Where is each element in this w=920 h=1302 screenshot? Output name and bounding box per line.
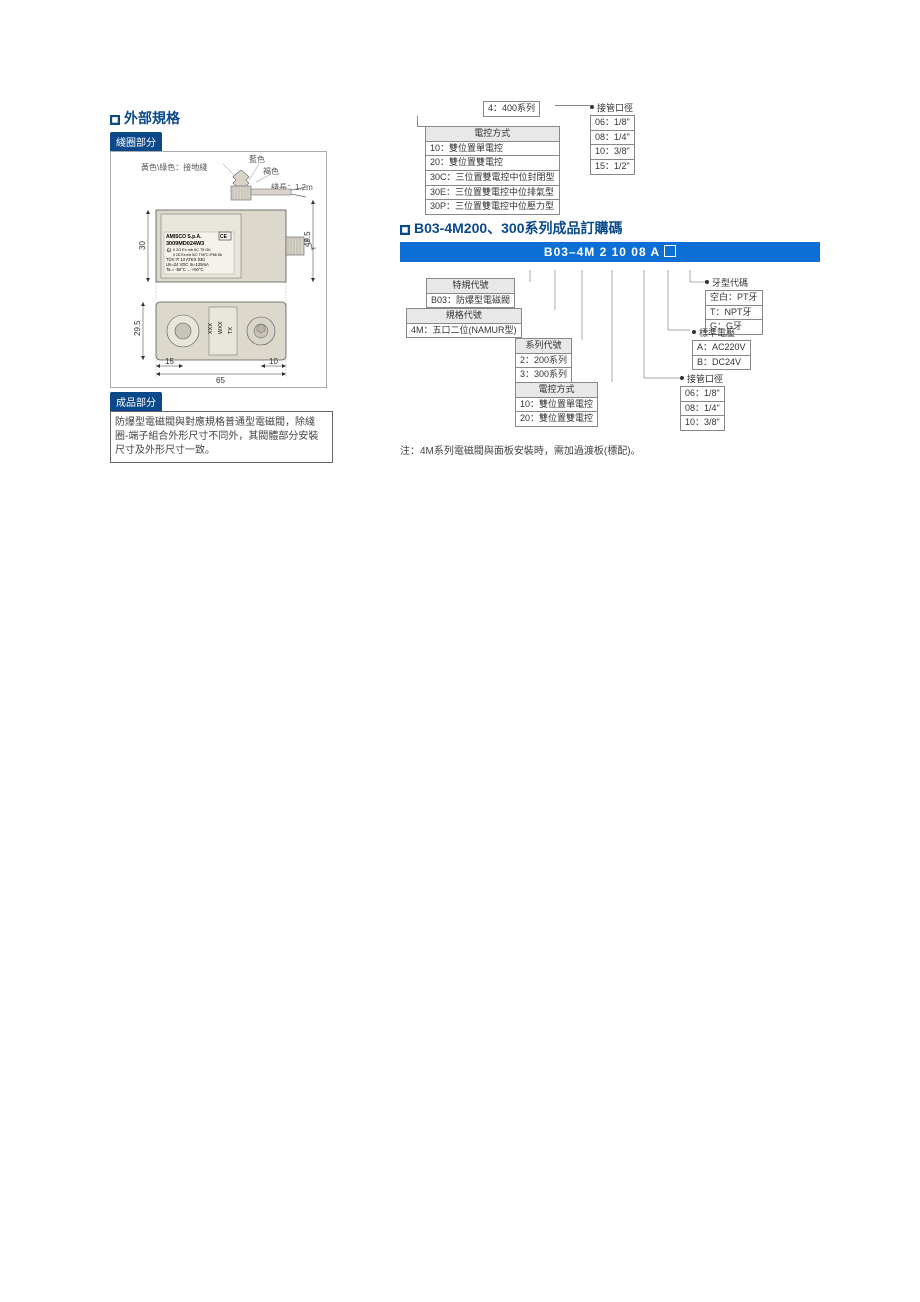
subheading-product: 成品部分 [110,392,162,411]
svg-text:CE: CE [220,234,228,240]
subheading-coil: 綫圈部分 [110,132,162,151]
table-series-400: 4：400系列 [483,101,540,117]
bullet-icon: ◼ [400,225,410,235]
nameplate-model: 3009MD024W3 [166,241,204,247]
dim-a-15: 15 [165,357,174,366]
nameplate-brand: AMISCO S.p.A. [166,234,202,240]
dim-depth-29: 29.5 [133,320,142,336]
table-control-method-mid: 電控方式10：雙位置單電控20：雙位置雙電控 [515,382,598,427]
svg-text:XXX: XXX [208,323,214,334]
voltage-header: 標準電壓 [699,328,735,338]
blank-box-icon [664,245,676,257]
product-description: 防爆型電磁閥與對應規格普通型電磁閥，除綫圈-端子組合外形尺寸不同外，其閥體部分安… [110,411,333,463]
dim-width-65: 65 [216,376,225,385]
table-control-method-top: 電控方式 10：雙位置單電控 20：雙位置雙電控 30C：三位置雙電控中位封閉型… [425,126,560,215]
wire-label-brown: 褐色 [263,166,279,176]
svg-text:WXX: WXX [218,321,224,334]
section-title-external-spec: ◼外部規格 [110,108,330,128]
bullet-icon: ◼ [110,115,120,125]
thread-header: 牙型代碼 [712,278,748,288]
table-spec-code: 規格代號4M：五口二位(NAMUR型) [406,308,522,338]
section-title-order-code: ◼B03-4M200、300系列成品訂購碼 [400,218,820,238]
dot-icon [705,280,709,284]
nameplate-line3: II 2G Ex mb IIC T5 Gb [173,248,211,252]
dot-icon [590,105,594,109]
dim-height-49: 49.5 [303,231,312,247]
dot-icon [692,330,696,334]
table-special-code: 特規代號B03：防爆型電磁閥 [426,278,515,308]
table-port-mid: 06：1/8"08：1/4"10：3/8" [680,386,725,431]
order-code-bar: B03–4M 2 10 08 A [400,242,820,262]
svg-text:TX: TX [228,327,234,334]
wire-label-ground: 黃色\綠色：接地綫 [141,162,207,172]
technical-drawing: 黃色\綠色：接地綫 藍色 褐色 綫長：1.2m AMISCO S.p.A. CE… [110,151,327,388]
table-port-top: 06：1/8" 08：1/4" 10：3/8" 15：1/2" [590,115,635,175]
svg-text:Ex: Ex [167,249,171,253]
wire-label-blue: 藍色 [249,154,265,164]
dim-b-10: 10 [269,357,278,366]
port-header-mid: 接管口徑 [687,374,723,384]
table-voltage: A：AC220VB：DC24V [692,340,751,370]
table-series-code: 系列代號2：200系列3：300系列 [515,338,572,383]
dot-icon [680,376,684,380]
port-header-top: 接管口徑 [597,103,633,113]
footnote: 注：4M系列電磁閥與面板安裝時，需加過渡板(標配)。 [400,442,820,457]
dim-height-30: 30 [138,241,147,250]
nameplate-line7: Ta = -50°C ... +50°C [166,267,204,272]
